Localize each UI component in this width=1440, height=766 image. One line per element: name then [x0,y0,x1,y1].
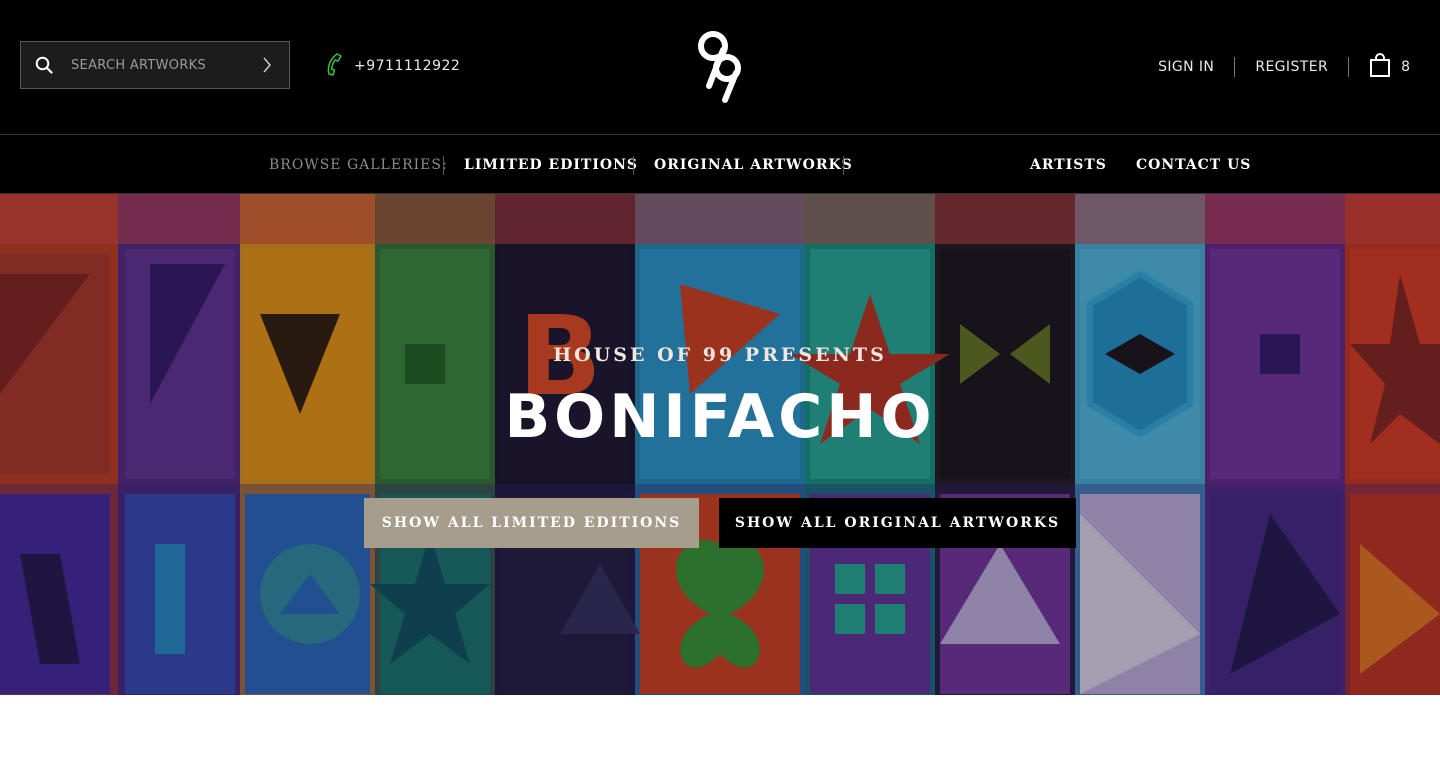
divider [443,156,444,175]
shopping-bag-icon [1369,52,1391,83]
phone-contact[interactable]: +9711112922 [324,52,460,80]
logo-99[interactable] [693,28,747,104]
divider [1348,57,1350,77]
browse-galleries-label: BROWSE GALLERIES: [269,157,448,173]
search-box [20,41,290,89]
show-limited-editions-button[interactable]: SHOW ALL LIMITED EDITIONS [364,498,699,548]
phone-number[interactable]: +9711112922 [354,58,460,74]
top-header: +9711112922 SIGN IN REGISTER 8 [0,0,1440,134]
divider [843,156,844,175]
nav-limited-editions[interactable]: LIMITED EDITIONS [464,135,638,195]
search-input[interactable] [67,57,245,73]
nav-artists[interactable]: ARTISTS [1030,135,1107,195]
hero-banner: B HOUSE OF 99 PRESENTS BONIFACHO SHOW AL… [0,194,1440,695]
account-links: SIGN IN REGISTER 8 [1158,52,1410,82]
hero-title: BONIFACHO [504,382,936,452]
register-link[interactable]: REGISTER [1255,59,1328,75]
divider [1234,57,1236,77]
divider [633,156,634,175]
cart-button[interactable]: 8 [1369,52,1410,83]
nav-contact-us[interactable]: CONTACT US [1136,135,1251,195]
cart-count: 8 [1401,59,1410,75]
nav-original-artworks[interactable]: ORIGINAL ARTWORKS [654,135,853,195]
main-navigation: BROWSE GALLERIES: LIMITED EDITIONS ORIGI… [0,134,1440,194]
sign-in-link[interactable]: SIGN IN [1158,59,1214,75]
chevron-right-icon[interactable] [245,42,289,88]
hero-eyebrow: HOUSE OF 99 PRESENTS [553,344,887,366]
phone-icon [324,52,344,81]
search-icon[interactable] [21,42,67,88]
show-original-artworks-button[interactable]: SHOW ALL ORIGINAL ARTWORKS [719,498,1076,548]
